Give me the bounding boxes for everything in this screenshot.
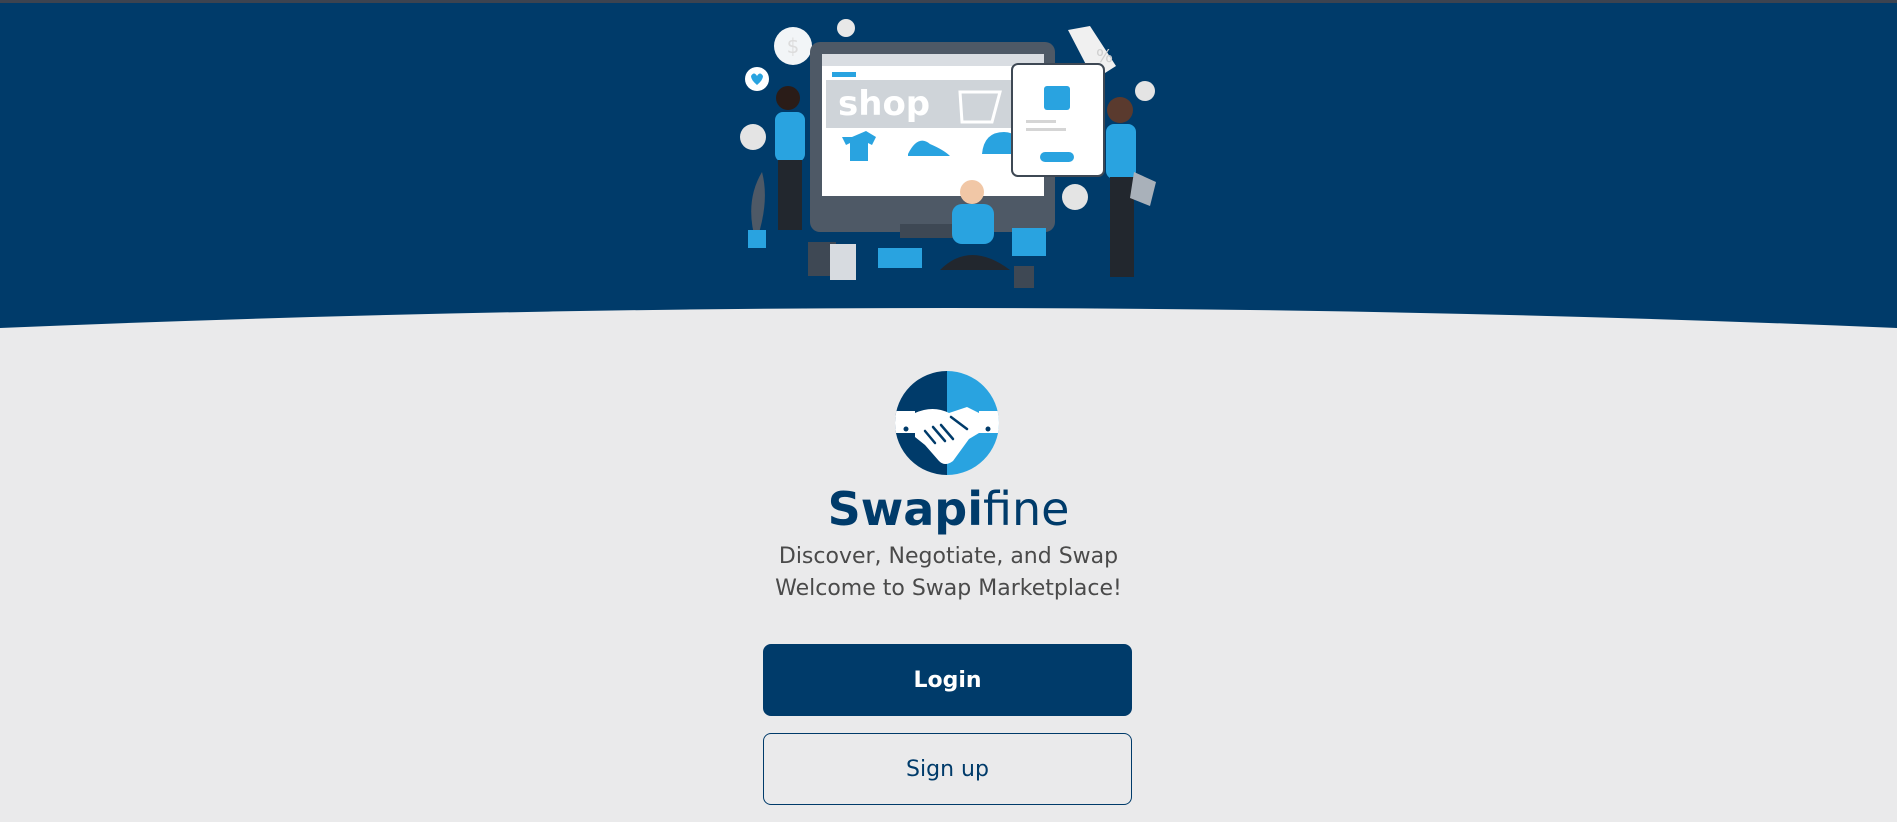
person-right [1106, 124, 1136, 179]
shop-sign: shop [838, 84, 930, 124]
tagline-line1: Discover, Negotiate, and Swap [778, 544, 1119, 569]
handshake-icon [895, 371, 999, 475]
signup-button[interactable]: Sign up [763, 733, 1132, 805]
hero-curve [0, 308, 1897, 346]
person-left [775, 112, 805, 162]
svg-text:$: $ [787, 34, 800, 58]
brand-name-light: fine [982, 482, 1070, 536]
login-button[interactable]: Login [763, 644, 1132, 716]
cart-popup-icon [1044, 86, 1070, 110]
person-center [952, 204, 994, 244]
basket-icon [878, 248, 922, 268]
shopping-illustration: $ % shop [740, 19, 1156, 288]
brand-name: Swapifine [0, 480, 1897, 538]
tagline-line2: Welcome to Swap Marketplace! [775, 576, 1122, 601]
brand-name-bold: Swapi [827, 482, 983, 536]
